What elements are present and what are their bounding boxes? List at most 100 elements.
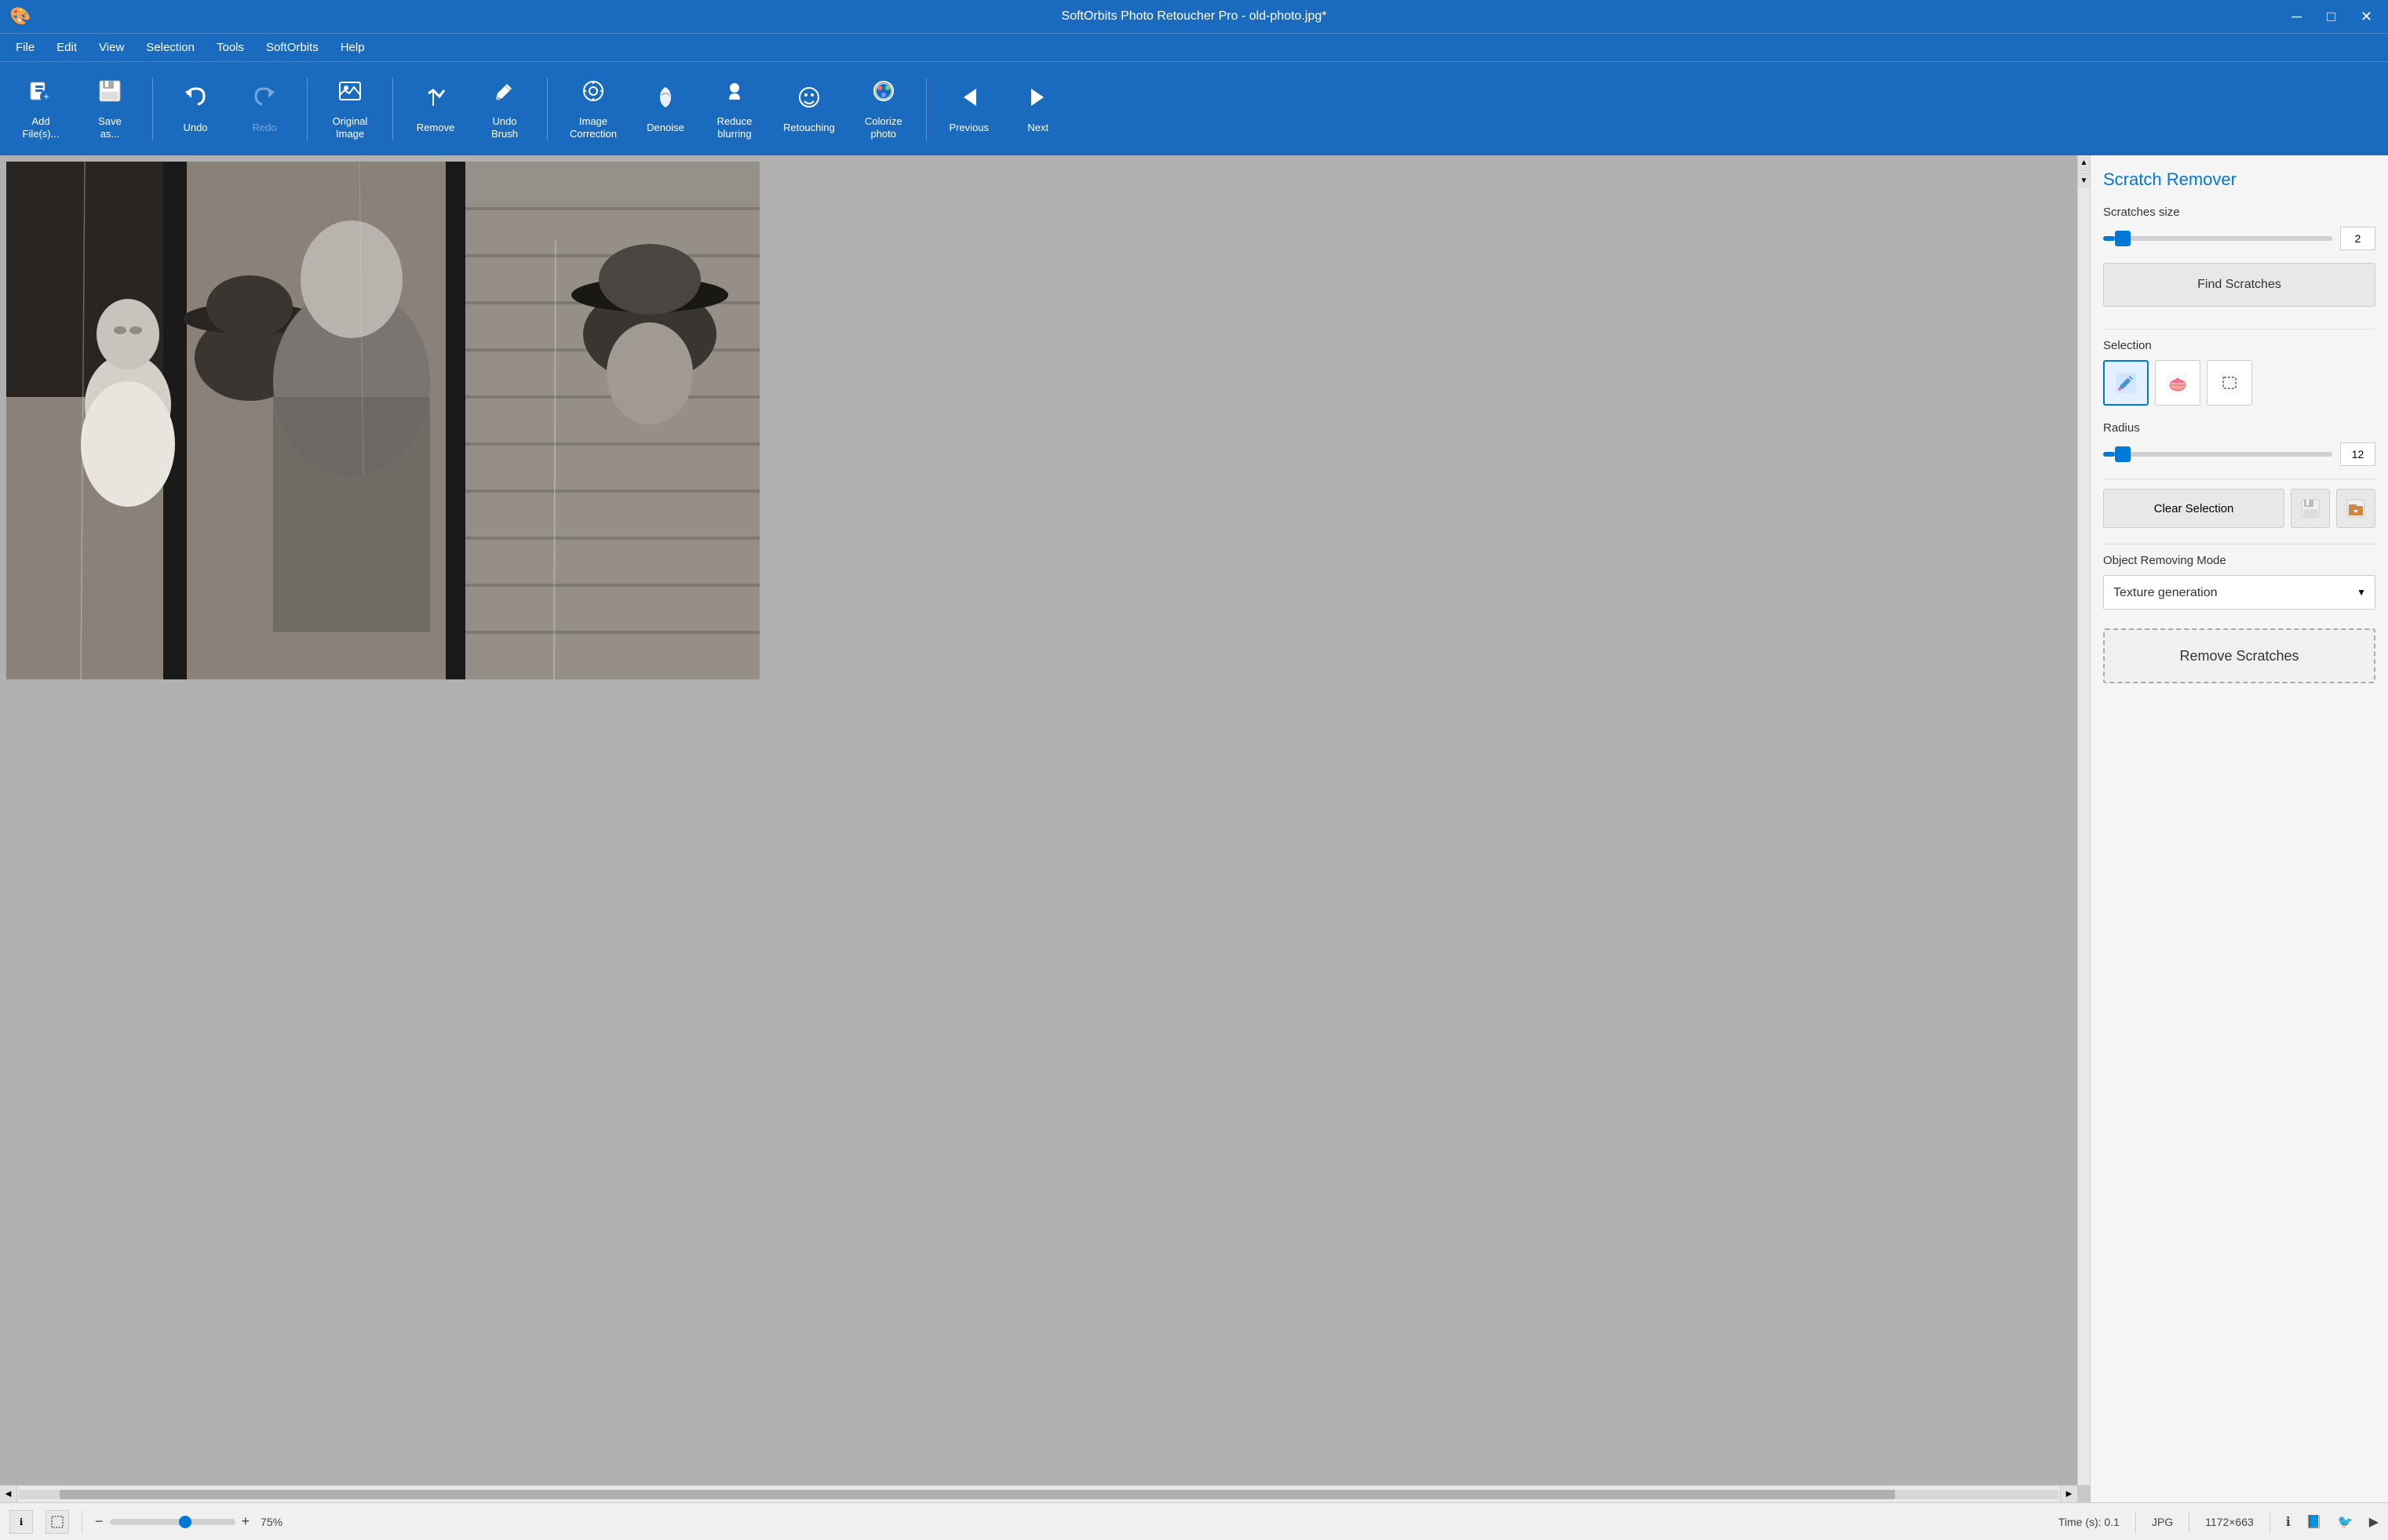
scratches-size-row: 2 [2103, 227, 2375, 250]
remove-button[interactable]: Remove [404, 71, 467, 147]
save-as-icon [97, 78, 123, 111]
zoom-level: 75% [261, 1516, 292, 1528]
window-title: SoftOrbits Photo Retoucher Pro - old-pho… [1062, 9, 1327, 24]
horizontal-scrollbar[interactable]: ◀ ▶ [0, 1485, 2077, 1502]
save-selection-button[interactable] [2291, 489, 2330, 528]
menu-help[interactable]: Help [331, 38, 374, 57]
close-button[interactable]: ✕ [2354, 5, 2379, 28]
scratches-size-value[interactable]: 2 [2340, 227, 2375, 250]
youtube-icon[interactable]: ▶ [2369, 1514, 2379, 1530]
window-controls: ─ □ ✕ [2285, 5, 2379, 28]
reduce-blurring-button[interactable]: Reduceblurring [703, 71, 766, 147]
denoise-button[interactable]: Denoise [634, 71, 697, 147]
colorize-label: Colorizephoto [865, 115, 902, 140]
scratches-size-slider[interactable] [2103, 231, 2332, 246]
title-bar: 🎨 SoftOrbits Photo Retoucher Pro - old-p… [0, 0, 2388, 33]
status-bar: ℹ − + 75% Time (s): 0.1 JPG 1172×663 ℹ 📘… [0, 1502, 2388, 1540]
add-files-label: AddFile(s)... [23, 115, 60, 140]
object-removing-dropdown[interactable]: Texture generation Content aware Backgro… [2103, 575, 2375, 610]
find-scratches-button[interactable]: Find Scratches [2103, 263, 2375, 307]
retouching-label: Retouching [783, 122, 835, 134]
menu-bar: File Edit View Selection Tools SoftOrbit… [0, 33, 2388, 61]
svg-text:+: + [43, 91, 49, 102]
remove-scratches-button[interactable]: Remove Scratches [2103, 628, 2375, 683]
menu-edit[interactable]: Edit [47, 38, 86, 57]
panel-title: Scratch Remover [2103, 169, 2375, 190]
clear-selection-button[interactable]: Clear Selection [2103, 489, 2284, 528]
status-info-button[interactable]: ℹ [9, 1510, 33, 1534]
object-removing-dropdown-container: Texture generation Content aware Backgro… [2103, 575, 2375, 610]
reduce-blurring-icon [721, 78, 748, 111]
app-logo-icon: 🎨 [9, 6, 31, 27]
undo-button[interactable]: Undo [164, 71, 227, 147]
status-select-button[interactable] [46, 1510, 69, 1534]
separator-1 [152, 78, 153, 140]
original-image-icon [337, 78, 363, 111]
time-label: Time (s): 0.1 [2058, 1516, 2120, 1528]
vertical-scrollbar[interactable]: ▲ ▼ [2077, 155, 2090, 1485]
save-as-label: Saveas... [98, 115, 122, 140]
previous-button[interactable]: Previous [938, 71, 1001, 147]
menu-file[interactable]: File [6, 38, 44, 57]
menu-softorbits[interactable]: SoftOrbits [257, 38, 328, 57]
zoom-control: − + 75% [95, 1513, 292, 1530]
image-correction-label: ImageCorrection [570, 115, 617, 140]
zoom-slider[interactable] [110, 1519, 235, 1525]
undo-label: Undo [183, 122, 207, 134]
remove-icon [422, 84, 449, 117]
selection-rect-button[interactable] [2207, 360, 2252, 406]
redo-label: Redo [252, 122, 276, 134]
separator-3 [392, 78, 393, 140]
zoom-plus-button[interactable]: + [242, 1513, 250, 1530]
save-as-button[interactable]: Saveas... [78, 71, 141, 147]
load-selection-button[interactable] [2336, 489, 2375, 528]
selection-pencil-button[interactable] [2103, 360, 2149, 406]
reduce-blurring-label: Reduceblurring [717, 115, 753, 140]
menu-selection[interactable]: Selection [137, 38, 204, 57]
image-correction-icon [580, 78, 607, 111]
maximize-button[interactable]: □ [2321, 5, 2342, 28]
retouching-icon [796, 84, 822, 117]
separator-5 [926, 78, 927, 140]
undo-icon [182, 84, 209, 117]
image-dimensions: 1172×663 [2205, 1516, 2254, 1528]
clear-selection-row: Clear Selection [2103, 489, 2375, 528]
menu-tools[interactable]: Tools [207, 38, 253, 57]
facebook-icon[interactable]: 📘 [2306, 1514, 2322, 1530]
original-image-label: OriginalImage [333, 115, 368, 140]
menu-view[interactable]: View [89, 38, 133, 57]
toolbar: + AddFile(s)... Saveas... Undo Redo Orig… [0, 61, 2388, 155]
next-icon [1025, 84, 1052, 117]
selection-tools [2103, 360, 2375, 406]
photo-canvas[interactable] [6, 162, 760, 679]
selection-eraser-button[interactable] [2155, 360, 2200, 406]
redo-icon [251, 84, 278, 117]
next-label: Next [1027, 122, 1048, 134]
remove-label: Remove [417, 122, 454, 134]
denoise-label: Denoise [647, 122, 684, 134]
minimize-button[interactable]: ─ [2285, 5, 2308, 28]
status-sep-2 [2135, 1511, 2136, 1533]
undo-brush-button[interactable]: UndoBrush [473, 71, 536, 147]
colorize-icon [870, 78, 897, 111]
colorize-button[interactable]: Colorizephoto [852, 71, 915, 147]
twitter-icon[interactable]: 🐦 [2338, 1514, 2353, 1530]
zoom-minus-button[interactable]: − [95, 1513, 104, 1530]
add-files-button[interactable]: + AddFile(s)... [9, 71, 72, 147]
main-container: ▲ ▼ ◀ ▶ Scratch Remover Scratches size [0, 155, 2388, 1502]
radius-row: 12 [2103, 442, 2375, 466]
separator-4 [547, 78, 548, 140]
image-correction-button[interactable]: ImageCorrection [559, 71, 628, 147]
redo-button[interactable]: Redo [233, 71, 296, 147]
canvas-wrapper: ▲ ▼ ◀ ▶ [0, 155, 2090, 1502]
previous-icon [956, 84, 983, 117]
radius-value[interactable]: 12 [2340, 442, 2375, 466]
next-button[interactable]: Next [1007, 71, 1070, 147]
radius-slider[interactable] [2103, 446, 2332, 462]
info-circle-icon[interactable]: ℹ [2286, 1514, 2291, 1530]
scratches-size-label: Scratches size [2103, 206, 2375, 219]
selection-label: Selection [2103, 339, 2375, 352]
original-image-button[interactable]: OriginalImage [319, 71, 381, 147]
add-files-icon: + [27, 78, 54, 111]
retouching-button[interactable]: Retouching [772, 71, 846, 147]
